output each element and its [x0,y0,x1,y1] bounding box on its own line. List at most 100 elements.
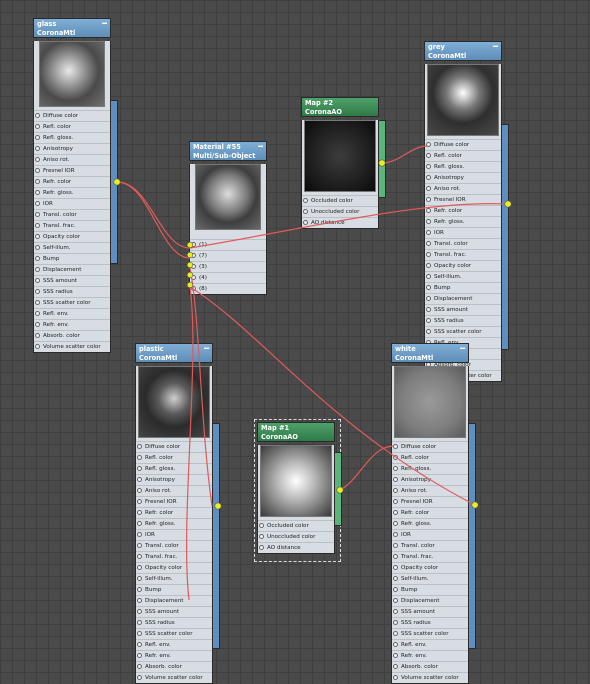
input-slot[interactable]: Opacity color [425,260,501,271]
slot-socket-icon[interactable] [35,190,40,195]
input-slot[interactable]: Volume scatter color [392,672,468,683]
minimize-icon[interactable]: ━ [460,344,465,353]
slot-socket-icon[interactable] [35,157,40,162]
output-tab[interactable] [502,124,509,350]
slot-socket-icon[interactable] [35,322,40,327]
input-slot[interactable]: SSS amount [425,304,501,315]
input-slot[interactable]: (3) [190,261,266,272]
node-white[interactable]: white CoronaMtl ━ Diffuse color Refl. col… [391,343,469,684]
slot-socket-icon[interactable] [137,466,142,471]
input-slot[interactable]: Absorb. color [34,330,110,341]
slot-socket-icon[interactable] [35,223,40,228]
input-slot[interactable]: Transl. frac. [392,551,468,562]
input-slot[interactable]: Diffuse color [392,441,468,452]
node-material-55[interactable]: Material #55 Multi/Sub-Object ━ (1) (7) (3… [189,141,267,295]
input-slot[interactable]: Transl. color [425,238,501,249]
input-slot[interactable]: (1) [190,239,266,250]
slot-socket-icon[interactable] [426,175,431,180]
input-slot[interactable]: Occluded color [258,520,334,531]
input-slot[interactable]: SSS radius [34,286,110,297]
slot-socket-icon[interactable] [137,653,142,658]
input-slot[interactable]: SSS scatter color [392,628,468,639]
input-slot[interactable]: Opacity color [392,562,468,573]
node-header[interactable]: white CoronaMtl ━ [391,343,469,363]
input-slot[interactable]: Aniso rot. [136,485,212,496]
slot-socket-icon[interactable] [35,245,40,250]
slot-socket-icon[interactable] [393,477,398,482]
slot-socket-icon[interactable] [393,543,398,548]
slot-socket-icon[interactable] [191,242,196,247]
slot-socket-icon[interactable] [259,534,264,539]
input-slot[interactable]: (4) [190,272,266,283]
slot-socket-icon[interactable] [393,587,398,592]
slot-socket-icon[interactable] [35,212,40,217]
slot-socket-icon[interactable] [137,521,142,526]
slot-socket-icon[interactable] [393,598,398,603]
slot-socket-icon[interactable] [137,532,142,537]
slot-socket-icon[interactable] [426,230,431,235]
slot-socket-icon[interactable] [303,209,308,214]
input-slot[interactable]: IOR [392,529,468,540]
slot-socket-icon[interactable] [259,545,264,550]
input-slot[interactable]: Self-illum. [392,573,468,584]
input-slot[interactable]: Absorb. color [392,661,468,672]
input-slot[interactable]: AO distance [302,217,378,228]
input-slot[interactable]: Diffuse color [425,139,501,150]
input-slot[interactable]: Refr. color [392,507,468,518]
slot-socket-icon[interactable] [426,164,431,169]
input-slot[interactable]: Aniso rot. [425,183,501,194]
input-slot[interactable]: Transl. frac. [136,551,212,562]
slot-socket-icon[interactable] [393,609,398,614]
output-tab[interactable] [213,423,220,649]
slot-socket-icon[interactable] [426,153,431,158]
slot-socket-icon[interactable] [137,576,142,581]
input-slot[interactable]: Refr. color [425,205,501,216]
node-header[interactable]: grey CoronaMtl ━ [424,41,502,61]
slot-socket-icon[interactable] [393,532,398,537]
slot-socket-icon[interactable] [35,135,40,140]
slot-socket-icon[interactable] [137,499,142,504]
slot-socket-icon[interactable] [35,146,40,151]
input-slot[interactable]: (7) [190,250,266,261]
node-header[interactable]: plastic CoronaMtl ━ [135,343,213,363]
input-slot[interactable]: Transl. color [392,540,468,551]
slot-socket-icon[interactable] [191,286,196,291]
slot-socket-icon[interactable] [137,488,142,493]
input-slot[interactable]: Refr. env. [34,319,110,330]
slot-socket-icon[interactable] [426,285,431,290]
slot-socket-icon[interactable] [137,631,142,636]
slot-socket-icon[interactable] [35,113,40,118]
input-slot[interactable]: Refr. color [136,507,212,518]
node-header[interactable]: Material #55 Multi/Sub-Object ━ [189,141,267,161]
slot-socket-icon[interactable] [393,620,398,625]
slot-socket-icon[interactable] [393,521,398,526]
input-slot[interactable]: Opacity color [136,562,212,573]
slot-socket-icon[interactable] [137,554,142,559]
slot-socket-icon[interactable] [426,142,431,147]
input-slot[interactable]: Refr. gloss. [392,518,468,529]
node-header[interactable]: glass CoronaMtl ━ [33,18,111,38]
slot-socket-icon[interactable] [426,296,431,301]
input-slot[interactable]: Anisotropy [136,474,212,485]
slot-socket-icon[interactable] [303,220,308,225]
input-slot[interactable]: SSS scatter color [425,326,501,337]
slot-socket-icon[interactable] [191,275,196,280]
input-slot[interactable]: IOR [425,227,501,238]
slot-socket-icon[interactable] [426,263,431,268]
input-slot[interactable]: Displacement [425,293,501,304]
input-slot[interactable]: SSS amount [136,606,212,617]
input-slot[interactable]: Unoccluded color [258,531,334,542]
slot-socket-icon[interactable] [426,252,431,257]
slot-socket-icon[interactable] [191,253,196,258]
slot-socket-icon[interactable] [393,642,398,647]
input-slot[interactable]: Bump [425,282,501,293]
input-slot[interactable]: Self-illum. [136,573,212,584]
input-slot[interactable]: Aniso rot. [34,154,110,165]
input-slot[interactable]: Bump [392,584,468,595]
input-slot[interactable]: (8) [190,283,266,294]
input-slot[interactable]: Bump [136,584,212,595]
slot-socket-icon[interactable] [393,675,398,680]
input-slot[interactable]: Unoccluded color [302,206,378,217]
slot-socket-icon[interactable] [35,267,40,272]
slot-socket-icon[interactable] [35,278,40,283]
